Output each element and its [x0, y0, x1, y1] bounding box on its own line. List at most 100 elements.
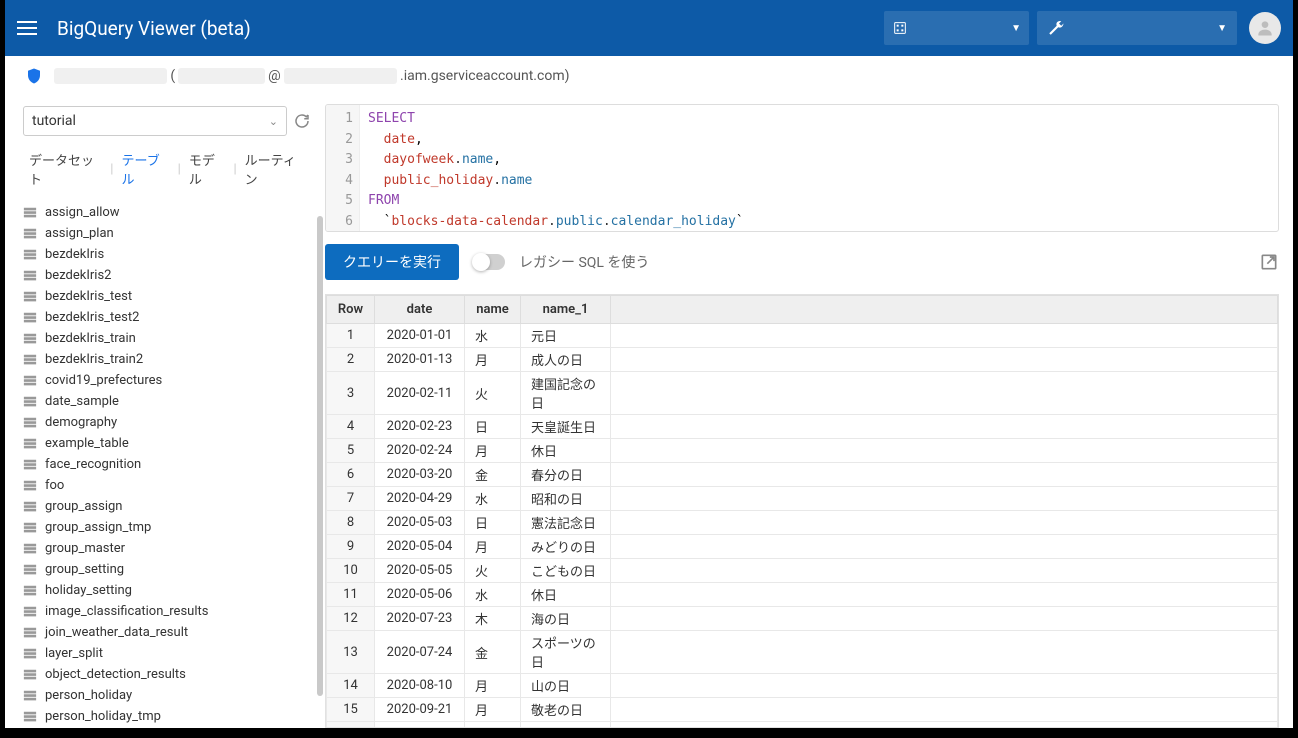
table-item[interactable]: group_assign	[23, 496, 311, 517]
run-query-button[interactable]: クエリーを実行	[325, 244, 459, 280]
cell-date: 2020-05-05	[375, 559, 465, 583]
redacted-project: XXXXXXXXXXXX	[54, 68, 167, 84]
cell-name1: みどりの日	[521, 535, 611, 559]
legacy-sql-label: レガシー SQL を使う	[519, 252, 649, 272]
table-item[interactable]: bezdekIris	[23, 244, 311, 265]
table-row[interactable]: 62020-03-20金春分の日	[327, 463, 1278, 487]
table-item[interactable]: bezdekIris_test	[23, 286, 311, 307]
cell-rownum: 10	[327, 559, 375, 583]
legacy-sql-toggle[interactable]	[473, 254, 505, 270]
dataset-select[interactable]: tutorial ⌄	[23, 106, 287, 136]
table-item-label: bezdekIris_train2	[45, 352, 143, 367]
table-item[interactable]: person_holiday_tmp	[23, 706, 311, 727]
table-row[interactable]: 32020-02-11火建国記念の日	[327, 372, 1278, 415]
project-selector[interactable]: ▼	[884, 11, 1029, 45]
cell-date: 2020-02-23	[375, 415, 465, 439]
table-item[interactable]: bezdekIris2	[23, 265, 311, 286]
table-row[interactable]: 112020-05-06水休日	[327, 583, 1278, 607]
table-item-label: bezdekIris2	[45, 268, 111, 283]
sql-editor[interactable]: 123456 SELECT date, dayofweek.name, publ…	[325, 104, 1279, 232]
cell-name1: 海の日	[521, 607, 611, 631]
table-icon	[23, 416, 37, 430]
tool-selector[interactable]: ▼	[1037, 11, 1237, 45]
col-header-date[interactable]: date	[375, 296, 465, 324]
table-row[interactable]: 122020-07-23木海の日	[327, 607, 1278, 631]
col-header-name[interactable]: name	[465, 296, 521, 324]
tab-model[interactable]: モデル	[183, 146, 232, 192]
table-item[interactable]: person_holiday	[23, 685, 311, 706]
table-item[interactable]: bezdekIris_test2	[23, 307, 311, 328]
table-row[interactable]: 142020-08-10月山の日	[327, 674, 1278, 698]
table-icon	[23, 647, 37, 661]
table-item-label: bezdekIris	[45, 247, 104, 262]
refresh-icon[interactable]	[293, 112, 311, 130]
cell-rownum: 5	[327, 439, 375, 463]
cell-date: 2020-03-20	[375, 463, 465, 487]
table-item[interactable]: join_weather_data_result	[23, 622, 311, 643]
table-item[interactable]: assign_allow	[23, 202, 311, 223]
kw-from: FROM	[368, 193, 399, 208]
table-row[interactable]: 52020-02-24月休日	[327, 439, 1278, 463]
cell-name: 火	[465, 372, 521, 415]
table-item-label: assign_plan	[45, 226, 114, 241]
cell-name: 金	[465, 631, 521, 674]
cell-date: 2020-01-13	[375, 348, 465, 372]
table-item[interactable]: assign_plan	[23, 223, 311, 244]
table-item[interactable]: bezdekIris_train	[23, 328, 311, 349]
table-icon	[23, 668, 37, 682]
cell-rownum: 6	[327, 463, 375, 487]
table-item[interactable]: foo	[23, 475, 311, 496]
cell-empty	[611, 348, 1278, 372]
table-icon	[23, 521, 37, 535]
table-item[interactable]: object_detection_results	[23, 664, 311, 685]
table-item[interactable]: holiday_setting	[23, 580, 311, 601]
table-item[interactable]: demography	[23, 412, 311, 433]
cell-name: 金	[465, 463, 521, 487]
table-row[interactable]: 132020-07-24金スポーツの日	[327, 631, 1278, 674]
tab-routine[interactable]: ルーティン	[239, 146, 311, 192]
divider: |	[231, 162, 238, 177]
table-icon	[23, 227, 37, 241]
table-item[interactable]: bezdekIris_train2	[23, 349, 311, 370]
table-row[interactable]: 102020-05-05火こどもの日	[327, 559, 1278, 583]
avatar[interactable]	[1249, 12, 1281, 44]
col-header-row[interactable]: Row	[327, 296, 375, 324]
table-row[interactable]: 152020-09-21月敬老の日	[327, 698, 1278, 722]
tab-table[interactable]: テーブル	[115, 146, 175, 192]
table-item-label: covid19_prefectures	[45, 373, 162, 388]
cell-rownum: 4	[327, 415, 375, 439]
scrollbar[interactable]	[317, 216, 323, 696]
table-row[interactable]: 92020-05-04月みどりの日	[327, 535, 1278, 559]
table-row[interactable]: 12020-01-01水元日	[327, 324, 1278, 348]
table-item[interactable]: group_assign_tmp	[23, 517, 311, 538]
cell-rownum: 3	[327, 372, 375, 415]
cell-date: 2020-01-01	[375, 324, 465, 348]
cell-date: 2020-04-29	[375, 487, 465, 511]
table-item[interactable]: group_setting	[23, 559, 311, 580]
table-item[interactable]: image_classification_results	[23, 601, 311, 622]
account-bar: XXXXXXXXXXXX ( XXXXXXXXX @ XXXXXXXXXXXX …	[5, 56, 1293, 96]
table-row[interactable]: 42020-02-23日天皇誕生日	[327, 415, 1278, 439]
table-item[interactable]: group_master	[23, 538, 311, 559]
cell-date: 2020-05-04	[375, 535, 465, 559]
table-item[interactable]: face_recognition	[23, 454, 311, 475]
table-item[interactable]: date_sample	[23, 391, 311, 412]
table-row[interactable]: 82020-05-03日憲法記念日	[327, 511, 1278, 535]
app-title: BigQuery Viewer (beta)	[57, 17, 884, 40]
editor-code[interactable]: SELECT date, dayofweek.name, public_holi…	[360, 105, 752, 231]
table-row[interactable]: 72020-04-29水昭和の日	[327, 487, 1278, 511]
cell-name1: スポーツの日	[521, 631, 611, 674]
table-item[interactable]: layer_split	[23, 643, 311, 664]
table-row[interactable]: 22020-01-13月成人の日	[327, 348, 1278, 372]
table-item[interactable]: covid19_prefectures	[23, 370, 311, 391]
table-item[interactable]: example_table	[23, 433, 311, 454]
cell-name: 水	[465, 324, 521, 348]
open-in-new-icon[interactable]	[1259, 252, 1279, 272]
col-header-name1[interactable]: name_1	[521, 296, 611, 324]
tab-dataset[interactable]: データセット	[23, 146, 108, 192]
table-row[interactable]: 162020-09-22火秋分の日	[327, 722, 1278, 729]
menu-icon[interactable]	[17, 14, 45, 42]
table-item-label: join_weather_data_result	[45, 625, 188, 640]
col-dayofweek: dayofweek	[384, 152, 454, 167]
cell-empty	[611, 607, 1278, 631]
